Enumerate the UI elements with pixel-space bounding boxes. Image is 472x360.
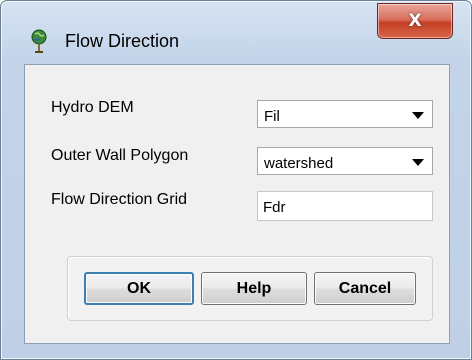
flow-direction-grid-label: Flow Direction Grid [51, 191, 188, 208]
flow-direction-dialog: Flow Direction X Hydro DEM Fil Outer Wal… [0, 0, 472, 360]
flow-direction-grid-input[interactable]: Fdr [257, 191, 433, 221]
ok-button[interactable]: OK [84, 272, 194, 305]
outer-wall-polygon-select[interactable]: watershed [257, 147, 433, 175]
button-panel: OK Help Cancel [67, 256, 433, 321]
close-button[interactable]: X [377, 3, 453, 39]
globe-pin-icon [31, 29, 47, 53]
title-bar[interactable]: Flow Direction X [1, 1, 471, 63]
cancel-button[interactable]: Cancel [314, 272, 416, 305]
chevron-down-icon[interactable] [412, 112, 424, 119]
hydro-dem-label: Hydro DEM [51, 99, 134, 116]
window-title: Flow Direction [65, 31, 180, 51]
outer-wall-polygon-label: Outer Wall Polygon [51, 147, 189, 164]
dialog-body: Hydro DEM Fil Outer Wall Polygon watersh… [24, 64, 450, 344]
outer-wall-polygon-value: watershed [264, 155, 334, 172]
chevron-down-icon[interactable] [412, 159, 424, 166]
hydro-dem-value: Fil [264, 108, 280, 125]
hydro-dem-select[interactable]: Fil [257, 100, 433, 128]
help-button[interactable]: Help [201, 272, 307, 305]
close-icon: X [408, 11, 422, 31]
